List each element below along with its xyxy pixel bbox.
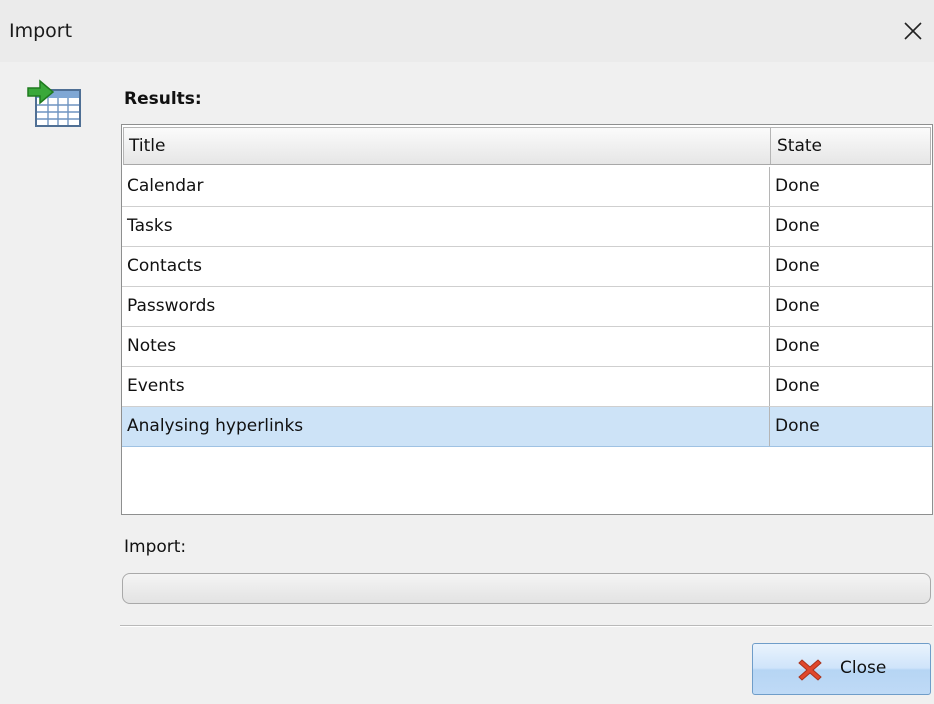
table-row[interactable]: Contacts Done (122, 247, 932, 287)
column-header-title[interactable]: Title (124, 128, 771, 164)
title-bar: Import (0, 0, 934, 62)
row-state: Done (775, 176, 820, 196)
row-title: Calendar (122, 167, 770, 206)
row-title: Contacts (122, 247, 770, 286)
row-title: Events (122, 367, 770, 406)
column-header-state[interactable]: State (772, 128, 934, 164)
table-row[interactable]: Tasks Done (122, 207, 932, 247)
close-button[interactable]: Close (752, 643, 931, 695)
import-label: Import: (124, 537, 187, 557)
row-title: Analysing hyperlinks (122, 407, 770, 446)
import-progress-bar (122, 573, 931, 604)
table-row-selected[interactable]: Analysing hyperlinks Done (122, 407, 932, 447)
row-state: Done (775, 416, 820, 436)
row-state: Done (775, 296, 820, 316)
results-table[interactable]: Title State Calendar Done Tasks Done Con… (121, 124, 933, 515)
row-title: Passwords (122, 287, 770, 326)
row-title: Tasks (122, 207, 770, 246)
import-table-icon (26, 78, 84, 130)
row-title: Notes (122, 327, 770, 366)
table-row[interactable]: Notes Done (122, 327, 932, 367)
row-state: Done (775, 376, 820, 396)
table-row[interactable]: Events Done (122, 367, 932, 407)
row-state: Done (775, 256, 820, 276)
close-icon[interactable] (900, 18, 926, 44)
table-row[interactable]: Calendar Done (122, 167, 932, 207)
red-x-icon (798, 658, 822, 682)
divider (120, 625, 932, 627)
table-header: Title State (123, 127, 931, 165)
window-title: Import (9, 20, 73, 42)
row-state: Done (775, 216, 820, 236)
row-state: Done (775, 336, 820, 356)
results-label: Results: (124, 89, 202, 109)
close-button-label: Close (840, 658, 887, 678)
table-row[interactable]: Passwords Done (122, 287, 932, 327)
